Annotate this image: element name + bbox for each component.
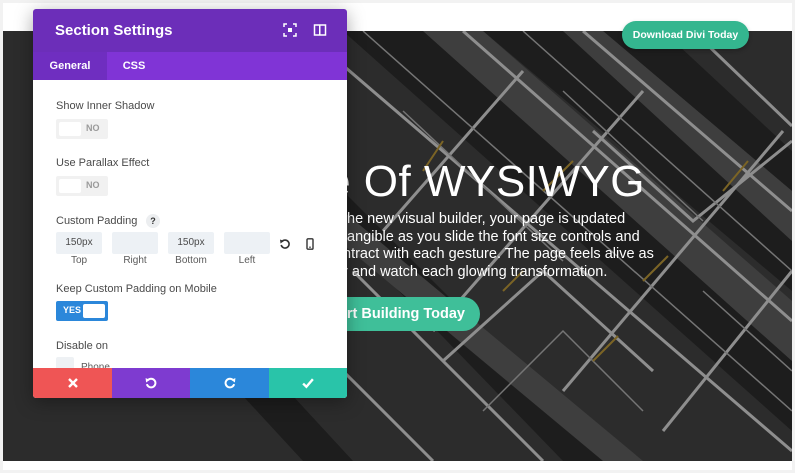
reset-icon[interactable]: [279, 238, 291, 250]
keep-padding-mobile-toggle[interactable]: YES: [56, 301, 108, 321]
screenshot-frame: e Of WYSIWYG the new visual builder, you…: [0, 0, 795, 473]
toggle-state: NO: [86, 123, 100, 133]
redo-button[interactable]: [190, 368, 269, 398]
padding-bottom-input[interactable]: 150px: [168, 232, 214, 254]
toggle-state: YES: [63, 305, 82, 315]
download-divi-button[interactable]: Download Divi Today: [622, 21, 749, 49]
toggle-knob: [59, 179, 81, 193]
save-button[interactable]: [269, 368, 347, 398]
check-icon: [302, 378, 314, 389]
custom-padding-label: Custom Padding: [56, 215, 138, 227]
undo-button[interactable]: [112, 368, 190, 398]
tab-css[interactable]: CSS: [113, 52, 155, 80]
sidebar-icon[interactable]: [313, 23, 327, 37]
hero-description: the new visual builder, your page is upd…: [343, 211, 678, 281]
show-inner-shadow-toggle[interactable]: NO: [56, 119, 108, 139]
cancel-button[interactable]: [33, 368, 112, 398]
focus-icon[interactable]: [283, 23, 297, 37]
modal-title: Section Settings: [55, 22, 173, 39]
modal-body: Show Inner Shadow NO Use Parallax Effect…: [33, 80, 347, 375]
disable-on-label: Disable on: [56, 340, 108, 352]
toggle-state: NO: [86, 180, 100, 190]
close-icon: [67, 378, 78, 388]
use-parallax-toggle[interactable]: NO: [56, 176, 108, 196]
show-inner-shadow-label: Show Inner Shadow: [56, 100, 155, 112]
padding-bottom-label: Bottom: [175, 255, 207, 266]
section-settings-modal: Section Settings General CSS Show Inner …: [33, 9, 347, 398]
undo-icon: [145, 377, 157, 389]
tab-general[interactable]: General: [33, 52, 107, 80]
toggle-knob: [59, 122, 81, 136]
mobile-icon[interactable]: [304, 238, 316, 250]
redo-icon: [224, 377, 235, 389]
padding-right-input[interactable]: [112, 232, 158, 254]
use-parallax-label: Use Parallax Effect: [56, 157, 150, 169]
hero-text-line: ntract with each gesture. The page feels…: [343, 246, 654, 262]
hero-text-line: the new visual builder, your page is upd…: [343, 211, 626, 227]
padding-left-input[interactable]: [224, 232, 270, 254]
padding-top-label: Top: [70, 255, 88, 266]
hero-text-line: r and watch each glowing transformation.: [343, 263, 608, 280]
padding-right-label: Right: [123, 255, 147, 266]
modal-header: Section Settings: [33, 9, 347, 52]
toggle-knob: [83, 304, 105, 318]
hero-text-line: tangible as you slide the font size cont…: [343, 228, 640, 245]
padding-top-input[interactable]: 150px: [56, 232, 102, 254]
padding-left-label: Left: [238, 255, 256, 266]
modal-footer: [33, 368, 347, 398]
settings-tabs: General CSS: [33, 52, 347, 80]
keep-padding-mobile-label: Keep Custom Padding on Mobile: [56, 283, 217, 295]
help-icon[interactable]: ?: [146, 214, 160, 228]
